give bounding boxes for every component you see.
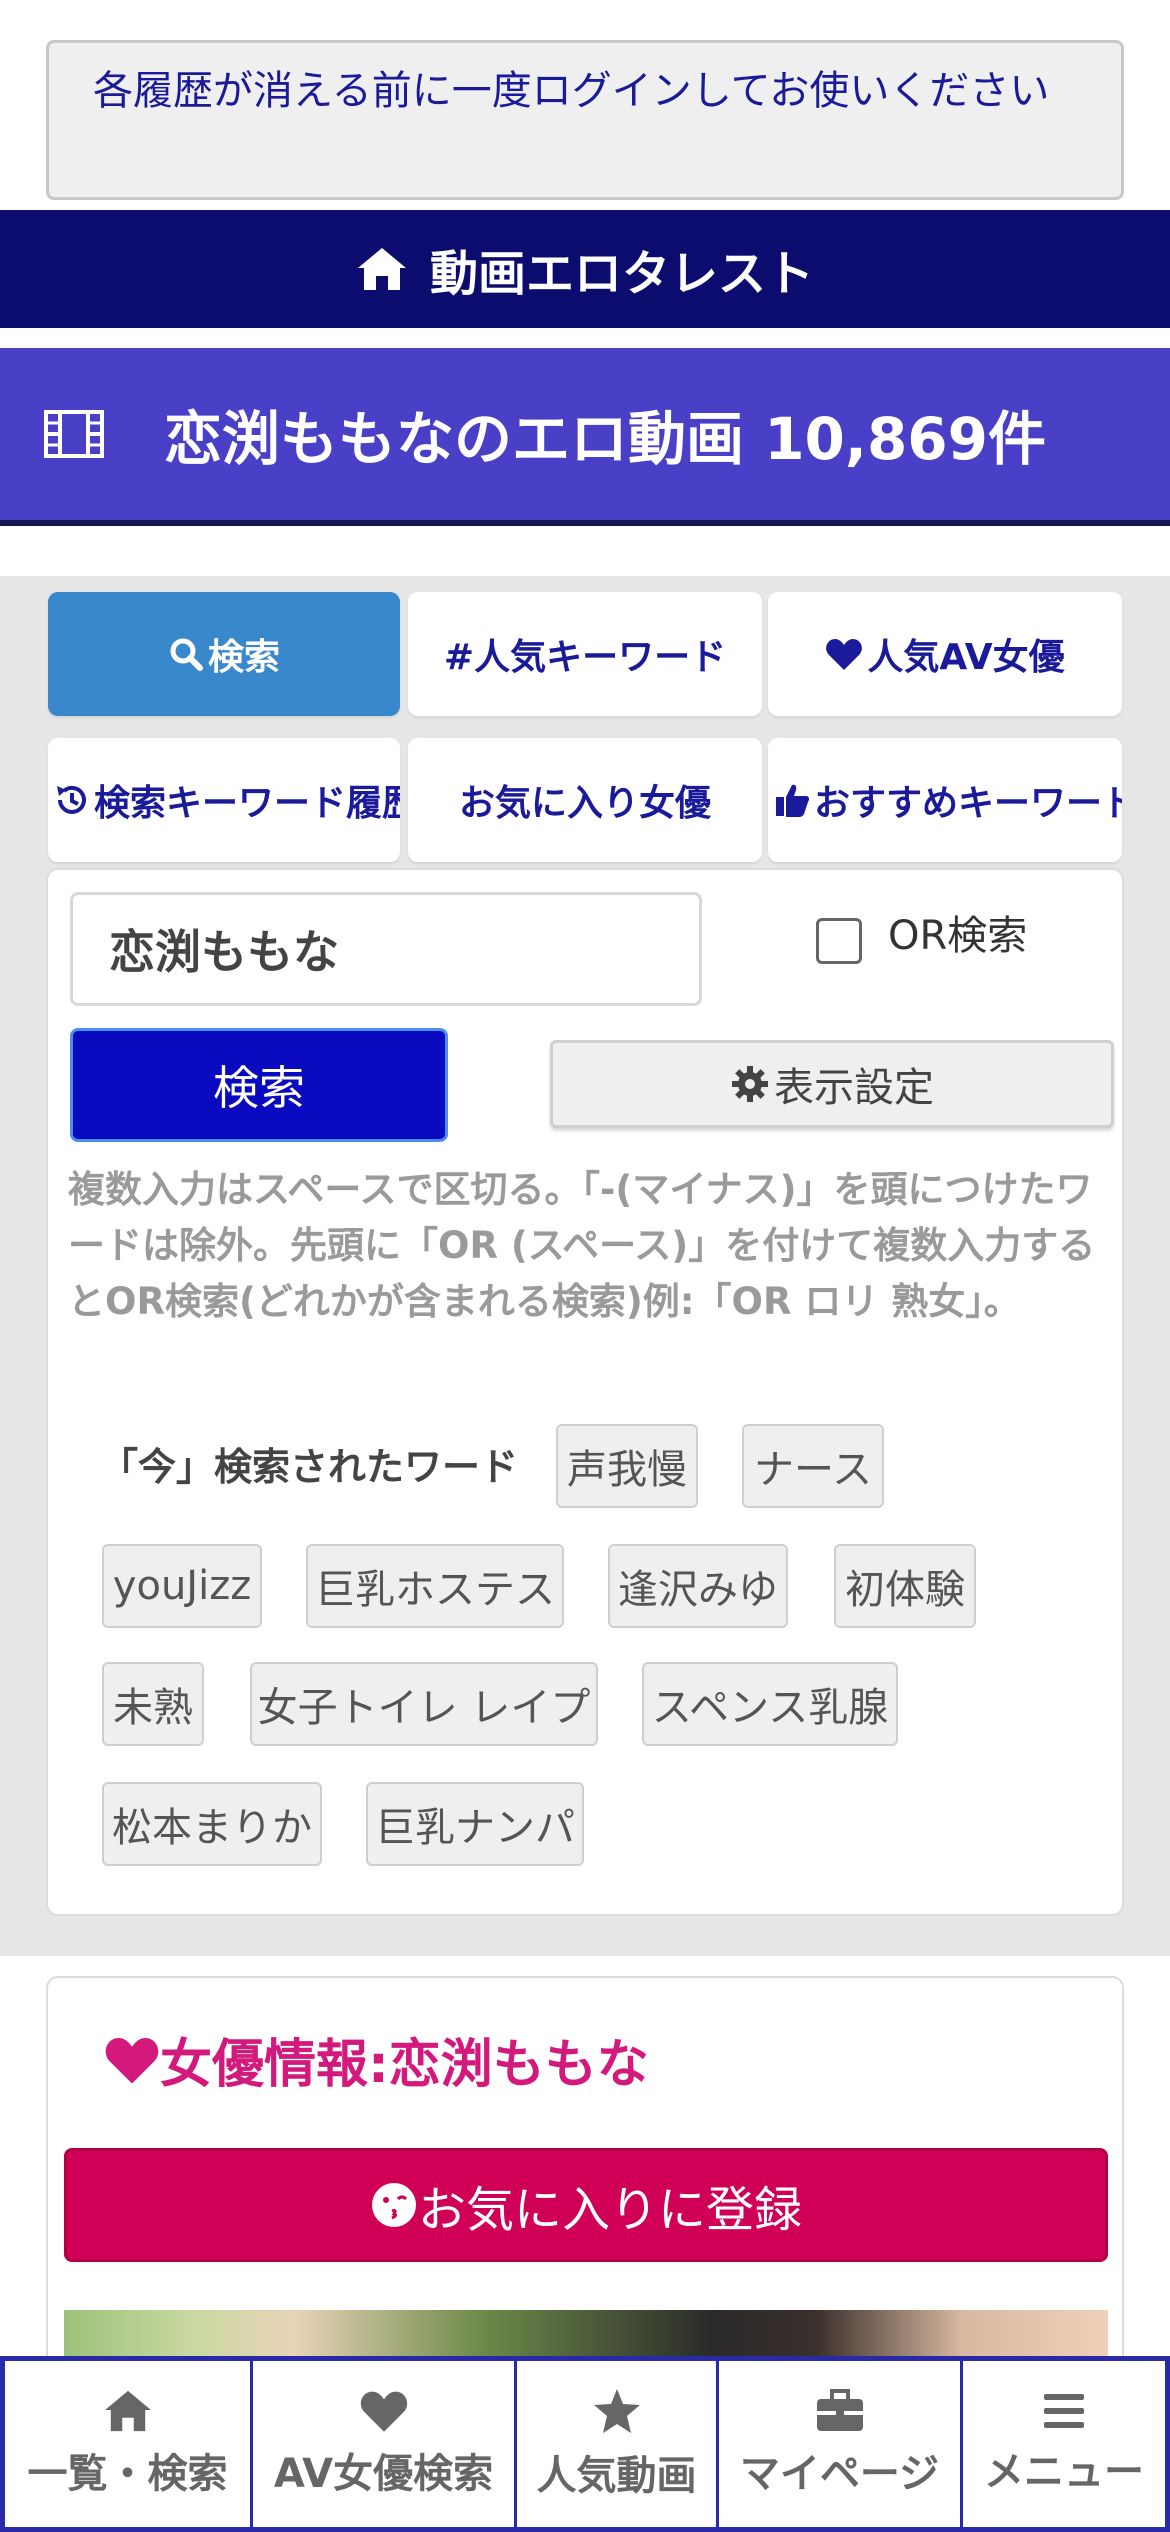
home-icon bbox=[104, 2390, 151, 2432]
gear-icon bbox=[732, 1066, 768, 1102]
recent-word-chip[interactable]: 巨乳ナンパ bbox=[366, 1782, 584, 1866]
recent-word-chip[interactable]: スペンス乳腺 bbox=[642, 1662, 898, 1746]
tab-search-history[interactable]: 検索キーワード履歴 bbox=[48, 738, 400, 862]
search-icon bbox=[170, 638, 203, 671]
star-icon bbox=[593, 2389, 640, 2433]
nav-menu[interactable]: メニュー bbox=[963, 2361, 1165, 2527]
recent-word-chip[interactable]: 女子トイレ レイプ bbox=[250, 1662, 598, 1746]
nav-actress-search[interactable]: AV女優検索 bbox=[253, 2361, 517, 2527]
home-icon bbox=[357, 248, 406, 290]
recent-word-chip[interactable]: 声我慢 bbox=[556, 1424, 698, 1508]
nav-my-page[interactable]: マイページ bbox=[719, 2361, 963, 2527]
recent-word-chip[interactable]: 逢沢みゆ bbox=[608, 1544, 788, 1628]
login-notice: 各履歴が消える前に一度ログインしてお使いください bbox=[46, 40, 1124, 200]
heart-icon bbox=[826, 639, 863, 670]
search-input[interactable] bbox=[70, 892, 702, 1006]
tab-favorite-actresses[interactable]: お気に入り女優 bbox=[408, 738, 762, 862]
recent-searches-label: 「今」検索されたワード bbox=[100, 1445, 519, 1489]
tab-popular-actresses[interactable]: 人気AV女優 bbox=[768, 592, 1122, 716]
heart-icon bbox=[105, 2037, 159, 2084]
recent-word-chip[interactable]: 巨乳ホステス bbox=[306, 1544, 564, 1628]
site-name: 動画エロタレスト bbox=[429, 246, 814, 302]
page-title-text: 恋渕ももなのエロ動画 10,869件 bbox=[164, 405, 1047, 473]
site-header[interactable]: 動画エロタレスト bbox=[0, 210, 1170, 328]
thumbs-up-icon bbox=[776, 784, 810, 817]
nav-popular-videos[interactable]: 人気動画 bbox=[517, 2361, 719, 2527]
film-icon bbox=[44, 410, 104, 458]
search-help-text: 複数入力はスペースで区切る。「-(マイナス)」を頭につけたワードは除外。先頭に「… bbox=[68, 1168, 1096, 1323]
bottom-navigation: 一覧・検索 AV女優検索 人気動画 マイページ メニュー bbox=[0, 2356, 1170, 2532]
history-icon bbox=[57, 785, 86, 814]
recent-word-chip[interactable]: 初体験 bbox=[834, 1544, 976, 1628]
or-search-checkbox[interactable]: OR検索 bbox=[816, 900, 1027, 964]
or-search-label: OR検索 bbox=[888, 913, 1028, 959]
search-panel: OR検索 検索 表示設定 複数入力はスペースで区切る。「-(マイナス)」を頭につ… bbox=[46, 868, 1124, 1916]
recent-word-chip[interactable]: youJizz bbox=[102, 1544, 262, 1628]
tab-search[interactable]: 検索 bbox=[48, 592, 400, 716]
search-button[interactable]: 検索 bbox=[70, 1028, 448, 1142]
add-favorite-button[interactable]: お気に入りに登録 bbox=[64, 2148, 1108, 2262]
recent-word-chip[interactable]: 未熟 bbox=[102, 1662, 204, 1746]
nav-list-search[interactable]: 一覧・検索 bbox=[5, 2361, 253, 2527]
display-settings-button[interactable]: 表示設定 bbox=[550, 1040, 1114, 1128]
heart-icon bbox=[360, 2391, 407, 2432]
briefcase-icon bbox=[816, 2389, 863, 2431]
tab-popular-keywords[interactable]: #人気キーワード bbox=[408, 592, 762, 716]
page-title: 恋渕ももなのエロ動画 10,869件 bbox=[0, 348, 1170, 526]
menu-icon bbox=[1044, 2394, 1084, 2428]
tab-recommended-keywords[interactable]: おすすめキーワード bbox=[768, 738, 1122, 862]
actress-title: 女優情報:恋渕ももな bbox=[104, 2022, 649, 2097]
recent-word-chip[interactable]: ナース bbox=[742, 1424, 884, 1508]
kiss-face-icon bbox=[371, 2183, 416, 2227]
recent-word-chip[interactable]: 松本まりか bbox=[102, 1782, 322, 1866]
checkbox-box[interactable] bbox=[816, 918, 862, 964]
